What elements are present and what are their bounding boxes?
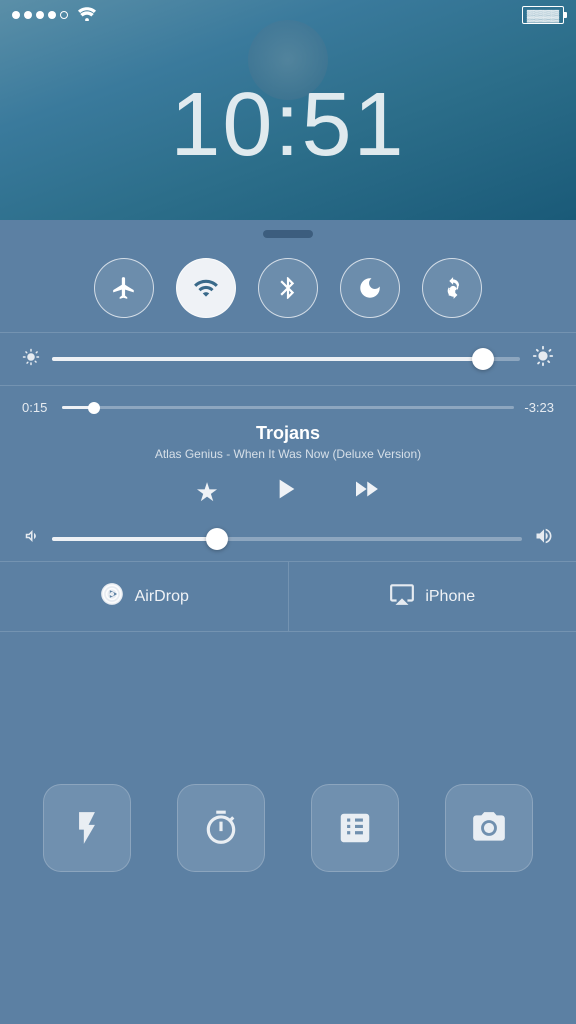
airplay-button[interactable]: iPhone — [289, 562, 576, 631]
airplane-icon — [111, 275, 137, 301]
airdrop-label: AirDrop — [135, 588, 189, 606]
signal-dot-3 — [36, 11, 44, 19]
brightness-max-icon — [532, 345, 554, 373]
control-center: 0:15 -3:23 Trojans Atlas Genius - When I… — [0, 220, 576, 1024]
rotation-lock-icon — [439, 275, 465, 301]
share-row: AirDrop iPhone — [0, 562, 576, 632]
signal-dot-1 — [12, 11, 20, 19]
calculator-button[interactable] — [311, 784, 399, 872]
remaining-time: -3:23 — [524, 400, 554, 415]
flashlight-icon — [68, 809, 106, 847]
signal-dot-5 — [60, 11, 68, 19]
calculator-icon — [336, 809, 374, 847]
bluetooth-toggle[interactable] — [258, 258, 318, 318]
do-not-disturb-toggle[interactable] — [340, 258, 400, 318]
play-icon — [269, 473, 301, 505]
wifi-icon — [193, 275, 219, 301]
brightness-min-icon — [22, 348, 40, 371]
track-title: Trojans — [22, 423, 554, 444]
timer-icon — [202, 809, 240, 847]
brightness-row — [0, 333, 576, 386]
moon-icon — [357, 275, 383, 301]
brightness-thumb[interactable] — [472, 348, 494, 370]
music-section: 0:15 -3:23 Trojans Atlas Genius - When I… — [0, 386, 576, 562]
track-subtitle: Atlas Genius - When It Was Now (Deluxe V… — [22, 447, 554, 461]
volume-slider[interactable] — [52, 537, 522, 541]
playback-controls: ★ — [22, 473, 554, 512]
volume-max-icon — [534, 526, 554, 551]
bluetooth-icon — [275, 275, 301, 301]
camera-button[interactable] — [445, 784, 533, 872]
airplane-mode-toggle[interactable] — [94, 258, 154, 318]
battery-icon: ▓▓▓▓ — [522, 6, 564, 24]
airplay-icon — [389, 581, 415, 613]
camera-icon — [470, 809, 508, 847]
volume-row — [22, 526, 554, 551]
drag-handle[interactable] — [263, 230, 313, 238]
signal-area — [12, 7, 96, 24]
track-progress-row: 0:15 -3:23 — [22, 400, 554, 415]
handle-bar[interactable] — [0, 220, 576, 248]
progress-thumb[interactable] — [88, 402, 100, 414]
volume-fill — [52, 537, 217, 541]
volume-min-icon — [22, 527, 40, 550]
avatar — [248, 20, 328, 100]
rotation-lock-toggle[interactable] — [422, 258, 482, 318]
wifi-status-icon — [78, 7, 96, 24]
signal-dot-4 — [48, 11, 56, 19]
brightness-fill — [52, 357, 483, 361]
lock-screen: ▓▓▓▓ 10:51 — [0, 0, 576, 220]
brightness-slider[interactable] — [52, 357, 520, 361]
wifi-toggle[interactable] — [176, 258, 236, 318]
favorite-button[interactable]: ★ — [195, 477, 218, 508]
volume-thumb[interactable] — [206, 528, 228, 550]
timer-button[interactable] — [177, 784, 265, 872]
airdrop-button[interactable]: AirDrop — [0, 562, 289, 631]
airdrop-icon — [99, 581, 125, 613]
skip-forward-button[interactable] — [351, 474, 381, 511]
play-pause-button[interactable] — [269, 473, 301, 512]
iphone-label: iPhone — [425, 588, 475, 606]
elapsed-time: 0:15 — [22, 400, 52, 415]
quick-actions-row — [0, 632, 576, 1024]
progress-slider[interactable] — [62, 406, 514, 409]
toggle-row — [0, 248, 576, 333]
fast-forward-icon — [351, 474, 381, 504]
signal-dot-2 — [24, 11, 32, 19]
flashlight-button[interactable] — [43, 784, 131, 872]
